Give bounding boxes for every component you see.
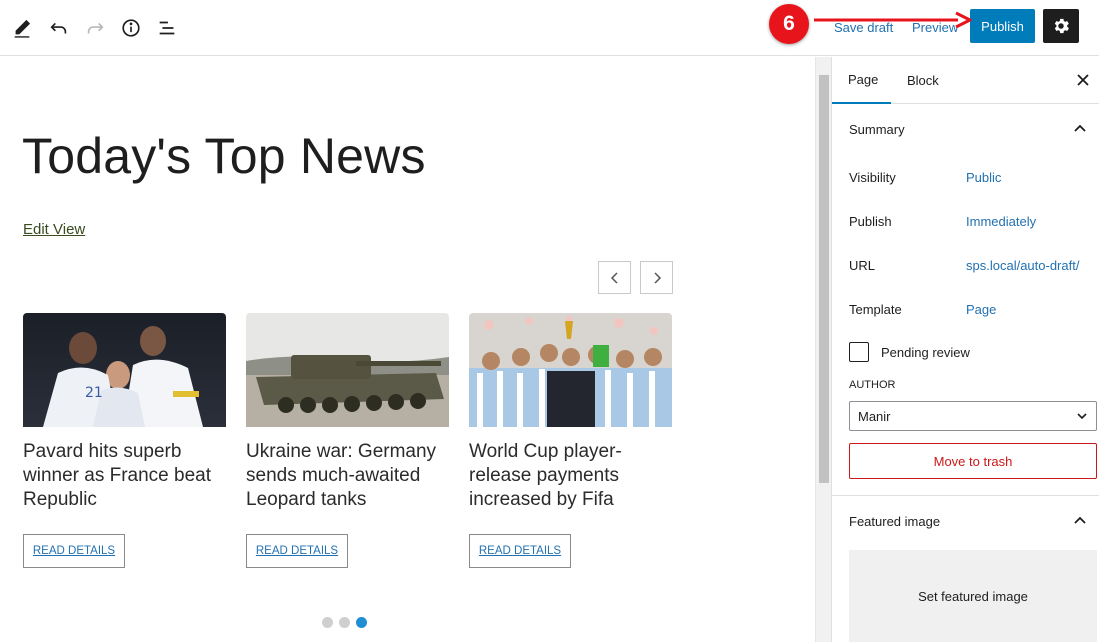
- sidebar-tabs: Page Block: [832, 57, 1099, 104]
- author-label: AUTHOR: [849, 379, 896, 391]
- read-details-button[interactable]: READ DETAILS: [469, 534, 571, 568]
- chevron-left-icon: [610, 271, 618, 284]
- news-image[interactable]: [246, 313, 449, 427]
- chevron-up-icon: [1074, 124, 1086, 132]
- visibility-value[interactable]: Public: [966, 170, 1001, 185]
- publish-value[interactable]: Immediately: [966, 214, 1036, 229]
- pending-review-checkbox[interactable]: [849, 342, 869, 362]
- redo-icon[interactable]: [79, 12, 111, 44]
- slider-dots: [322, 617, 367, 628]
- news-title[interactable]: Pavard hits superb winner as France beat…: [23, 440, 227, 512]
- read-details-button[interactable]: READ DETAILS: [23, 534, 125, 568]
- slider-dot[interactable]: [339, 617, 350, 628]
- news-card: Ukraine war: Germany sends much-awaited …: [246, 313, 450, 568]
- news-card: World Cup player-release payments increa…: [469, 313, 673, 568]
- tab-block[interactable]: Block: [907, 57, 939, 104]
- slider-dot-active[interactable]: [356, 617, 367, 628]
- set-featured-image-button[interactable]: Set featured image: [849, 550, 1097, 642]
- edit-view-link[interactable]: Edit View: [23, 221, 85, 238]
- chevron-down-icon: [1077, 413, 1087, 420]
- author-select[interactable]: Manir: [849, 401, 1097, 431]
- news-title[interactable]: World Cup player-release payments increa…: [469, 440, 673, 512]
- author-select-value: Manir: [858, 408, 891, 424]
- step-badge: 6: [769, 4, 809, 44]
- news-card: 21 Pavard hits superb winner as France b…: [23, 313, 227, 568]
- summary-panel-header[interactable]: Summary: [832, 104, 1099, 154]
- settings-button[interactable]: [1043, 9, 1079, 43]
- scrollbar-thumb[interactable]: [819, 75, 829, 483]
- publish-label: Publish: [849, 214, 892, 229]
- editor-scrollbar[interactable]: [815, 57, 831, 642]
- chevron-up-icon: [1074, 516, 1086, 524]
- news-title[interactable]: Ukraine war: Germany sends much-awaited …: [246, 440, 450, 512]
- svg-text:21: 21: [85, 385, 103, 401]
- slider-dot[interactable]: [322, 617, 333, 628]
- annotation-arrow: [814, 11, 972, 29]
- visibility-label: Visibility: [849, 170, 896, 185]
- chevron-right-icon: [653, 271, 661, 284]
- template-label: Template: [849, 302, 902, 317]
- summary-heading: Summary: [849, 121, 905, 137]
- pending-review-label[interactable]: Pending review: [881, 345, 970, 360]
- template-value[interactable]: Page: [966, 302, 996, 317]
- publish-button[interactable]: Publish: [970, 9, 1035, 43]
- news-image[interactable]: [469, 313, 672, 427]
- pencil-icon[interactable]: [6, 12, 38, 44]
- editor-canvas: Today's Top News Edit View 21 Pavard hit…: [0, 57, 815, 642]
- settings-sidebar: Page Block Summary Visibility Public Pub…: [831, 57, 1099, 642]
- slider-prev-button[interactable]: [598, 261, 631, 294]
- url-value[interactable]: sps.local/auto-draft/: [966, 258, 1079, 273]
- editor-toolbar: Save draft Preview Publish 6: [0, 0, 1099, 56]
- list-view-icon[interactable]: [151, 12, 183, 44]
- tab-page[interactable]: Page: [832, 57, 891, 104]
- gear-icon: [1054, 18, 1069, 34]
- url-label: URL: [849, 258, 876, 273]
- info-icon[interactable]: [115, 12, 147, 44]
- move-to-trash-button[interactable]: Move to trash: [849, 443, 1097, 479]
- page-title[interactable]: Today's Top News: [22, 127, 426, 185]
- slider-next-button[interactable]: [640, 261, 673, 294]
- news-image[interactable]: 21: [23, 313, 226, 427]
- featured-image-heading: Featured image: [849, 513, 941, 529]
- read-details-button[interactable]: READ DETAILS: [246, 534, 348, 568]
- featured-image-panel-header[interactable]: Featured image: [832, 496, 1099, 546]
- close-icon[interactable]: [1074, 71, 1092, 89]
- undo-icon[interactable]: [43, 12, 75, 44]
